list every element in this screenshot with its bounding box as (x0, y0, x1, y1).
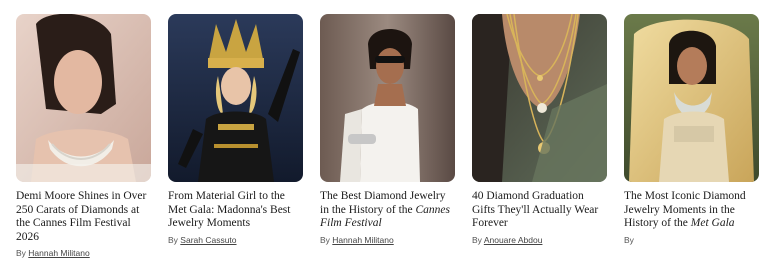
red-carpet-image (320, 14, 455, 182)
article-title[interactable]: Demi Moore Shines in Over 250 Carats of … (16, 190, 151, 244)
byline-prefix: By (16, 248, 26, 258)
article-title[interactable]: 40 Diamond Graduation Gifts They'll Actu… (472, 190, 607, 231)
author-link[interactable]: Sarah Cassuto (180, 235, 236, 245)
author-link[interactable]: Hannah Militano (332, 235, 393, 245)
author-link[interactable]: Hannah Militano (28, 248, 89, 258)
article-thumbnail[interactable] (168, 14, 303, 182)
performer-image (168, 14, 303, 182)
article-thumbnail[interactable] (320, 14, 455, 182)
article-title[interactable]: From Material Girl to the Met Gala: Mado… (168, 190, 303, 231)
article-byline: By Sarah Cassuto (168, 235, 303, 245)
title-italic-text: Met Gala (690, 217, 735, 229)
article-card[interactable]: Demi Moore Shines in Over 250 Carats of … (16, 14, 151, 258)
gala-image (624, 14, 759, 182)
article-byline: By (624, 235, 759, 245)
article-card[interactable]: The Best Diamond Jewelry in the History … (320, 14, 455, 245)
article-byline: By Hannah Militano (16, 248, 151, 258)
article-byline: By Anouare Abdou (472, 235, 607, 245)
article-card-row: Demi Moore Shines in Over 250 Carats of … (16, 14, 761, 258)
necklace-image (472, 14, 607, 182)
article-thumbnail[interactable] (624, 14, 759, 182)
author-link[interactable]: Anouare Abdou (484, 235, 543, 245)
article-card[interactable]: From Material Girl to the Met Gala: Mado… (168, 14, 303, 245)
article-card[interactable]: The Most Iconic Diamond Jewelry Moments … (624, 14, 759, 245)
article-byline: By Hannah Militano (320, 235, 455, 245)
byline-prefix: By (472, 234, 482, 245)
article-title[interactable]: The Most Iconic Diamond Jewelry Moments … (624, 190, 759, 231)
article-title[interactable]: The Best Diamond Jewelry in the History … (320, 190, 455, 231)
article-thumbnail[interactable] (472, 14, 607, 182)
byline-prefix: By (320, 234, 330, 245)
byline-prefix: By (168, 234, 178, 245)
article-thumbnail[interactable] (16, 14, 151, 182)
portrait-image (16, 14, 151, 182)
article-card[interactable]: 40 Diamond Graduation Gifts They'll Actu… (472, 14, 607, 245)
byline-prefix: By (624, 234, 634, 245)
